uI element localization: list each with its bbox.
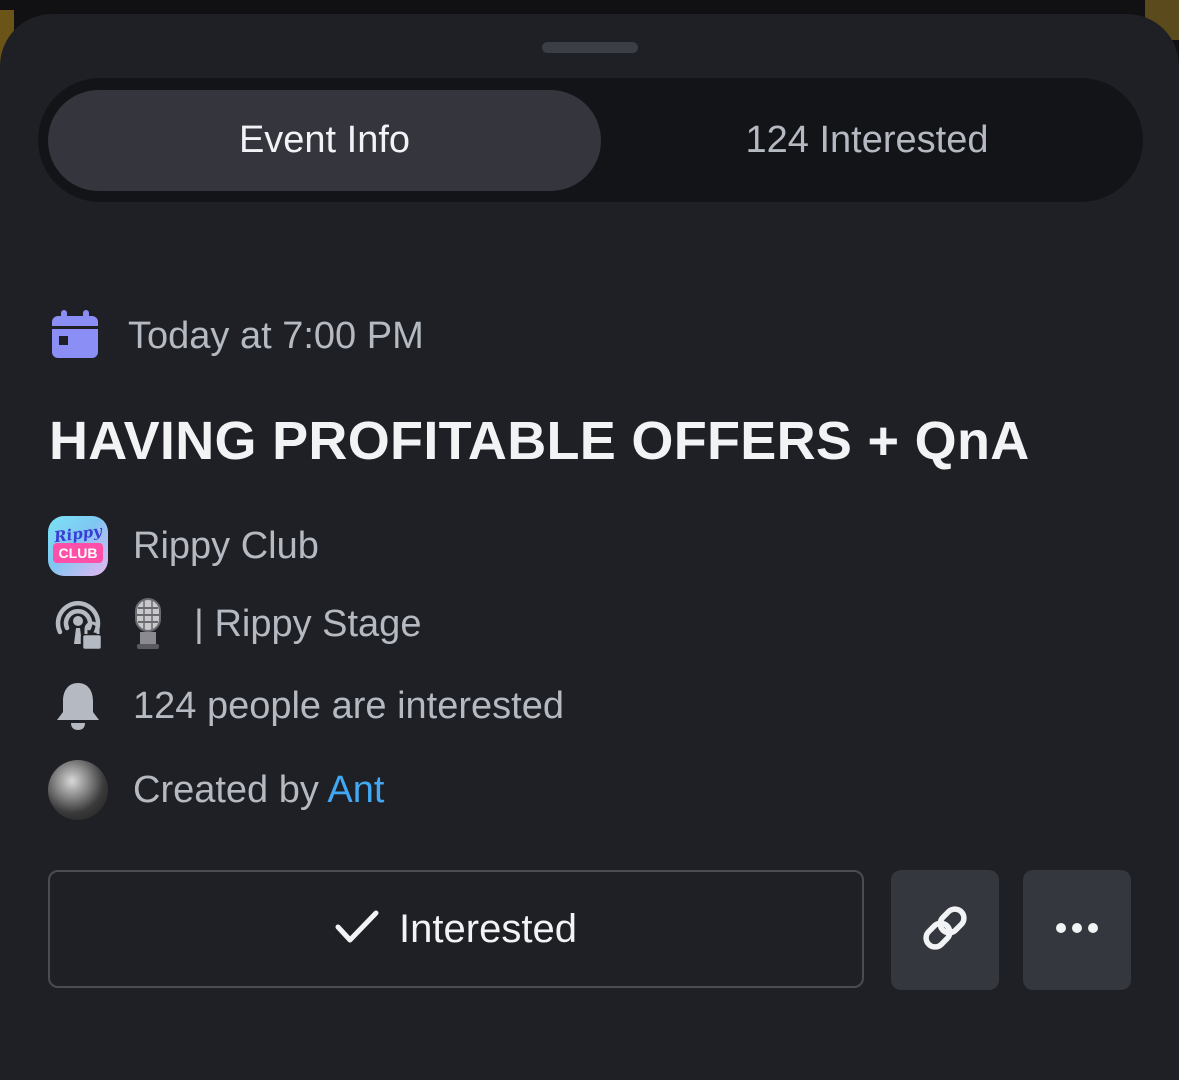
event-date: Today at 7:00 PM bbox=[128, 314, 424, 357]
server-logo: Rippy CLUB bbox=[48, 516, 108, 576]
avatar bbox=[48, 760, 108, 820]
tab-interested[interactable]: 124 Interested bbox=[601, 90, 1133, 191]
server-avatar: Rippy CLUB bbox=[48, 516, 108, 576]
interested-button-label: Interested bbox=[399, 906, 577, 951]
server-row[interactable]: Rippy CLUB Rippy Club bbox=[48, 516, 319, 576]
checkmark-icon bbox=[335, 909, 379, 950]
calendar-icon bbox=[52, 309, 98, 363]
server-logo-text: CLUB bbox=[53, 543, 103, 563]
ellipsis-icon bbox=[1055, 921, 1099, 939]
bell-icon bbox=[48, 676, 108, 736]
event-sheet: Event Info 124 Interested Today at 7:00 … bbox=[0, 14, 1179, 1080]
server-name: Rippy Club bbox=[133, 524, 319, 567]
tab-event-info[interactable]: Event Info bbox=[48, 90, 601, 191]
tab-bar: Event Info 124 Interested bbox=[38, 78, 1143, 202]
creator-name-link[interactable]: Ant bbox=[327, 769, 384, 811]
copy-link-button[interactable] bbox=[891, 870, 999, 990]
event-date-row: Today at 7:00 PM bbox=[52, 309, 424, 363]
created-by-prefix: Created by bbox=[133, 768, 319, 811]
microphone-icon bbox=[128, 598, 168, 650]
channel-separator: | bbox=[194, 602, 204, 645]
drag-handle[interactable] bbox=[542, 42, 638, 53]
interested-row: 124 people are interested bbox=[48, 676, 564, 736]
creator-row: Created by Ant bbox=[48, 760, 384, 820]
channel-label: | Rippy Stage bbox=[194, 603, 421, 646]
interested-button[interactable]: Interested bbox=[48, 870, 864, 988]
stage-lock-icon bbox=[48, 594, 108, 654]
channel-name: Rippy Stage bbox=[214, 602, 422, 645]
more-options-button[interactable] bbox=[1023, 870, 1131, 990]
creator-label: Created by Ant bbox=[133, 769, 384, 812]
event-title: HAVING PROFITABLE OFFERS + QnA bbox=[49, 411, 1030, 471]
interested-count-text: 124 people are interested bbox=[133, 684, 564, 727]
link-icon bbox=[920, 903, 970, 958]
creator-avatar[interactable] bbox=[48, 760, 108, 820]
channel-row[interactable]: | Rippy Stage bbox=[48, 594, 421, 654]
